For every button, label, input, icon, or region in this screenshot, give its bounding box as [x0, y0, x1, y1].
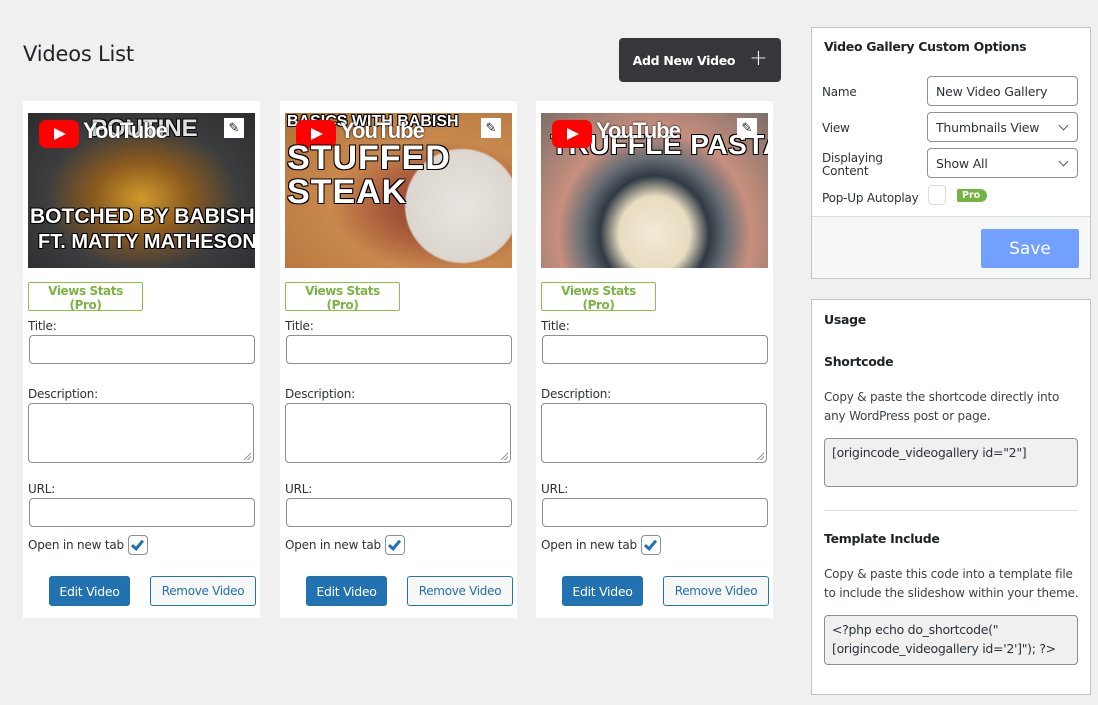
- pencil-icon[interactable]: ✎: [737, 118, 757, 138]
- template-include-description: Copy & paste this code into a template f…: [824, 567, 1079, 600]
- template-code-textarea[interactable]: <?php echo do_shortcode("[origincode_vid…: [824, 615, 1078, 665]
- edit-video-button[interactable]: Edit Video: [306, 576, 387, 606]
- name-label: Name: [822, 85, 857, 99]
- checkmark-icon: [131, 536, 145, 551]
- open-in-new-tab-label: Open in new tab: [285, 538, 381, 552]
- title-label: Title:: [28, 319, 57, 333]
- plus-icon: +: [749, 46, 768, 71]
- youtube-logo-icon: [552, 120, 592, 148]
- open-in-new-tab-checkbox[interactable]: [640, 535, 661, 555]
- remove-video-button[interactable]: Remove Video: [407, 576, 513, 606]
- thumbnail-headline-line-2: STEAK: [287, 173, 408, 211]
- url-input[interactable]: [542, 498, 768, 527]
- checkmark-icon: [388, 536, 402, 551]
- youtube-logo-icon: [39, 120, 79, 148]
- add-new-video-label: Add New Video: [632, 52, 736, 68]
- title-input[interactable]: [29, 335, 255, 364]
- checkmark-icon: [644, 536, 658, 551]
- view-select[interactable]: Thumbnails View: [927, 112, 1078, 142]
- displaying-content-label: Displaying Content: [822, 152, 883, 178]
- popup-autoplay-checkbox[interactable]: [928, 185, 946, 205]
- video-card: TRUFFLE PASTA YouTube ✎ Views Stats (Pro…: [536, 101, 773, 618]
- gallery-name-value: New Video Gallery: [936, 83, 1048, 99]
- displaying-content-label-line-1: Displaying: [822, 151, 883, 165]
- url-label: URL:: [541, 482, 569, 496]
- title-input[interactable]: [542, 335, 768, 364]
- view-select-value: Thumbnails View: [936, 119, 1040, 135]
- chevron-down-icon: [1058, 156, 1069, 166]
- views-stats-button[interactable]: Views Stats (Pro): [541, 282, 656, 312]
- pencil-icon[interactable]: ✎: [224, 118, 244, 138]
- open-in-new-tab: Open in new tab: [541, 535, 661, 555]
- description-label: Description:: [285, 387, 355, 401]
- description-label: Description:: [541, 387, 611, 401]
- view-label: View: [822, 121, 850, 135]
- thumbnail-headline-line-2: FT. MATTY MATHESON: [38, 231, 255, 253]
- open-in-new-tab: Open in new tab: [28, 535, 148, 555]
- views-stats-button[interactable]: Views Stats (Pro): [285, 282, 400, 312]
- edit-video-button[interactable]: Edit Video: [562, 576, 643, 606]
- open-in-new-tab-checkbox[interactable]: [127, 535, 148, 555]
- edit-video-button[interactable]: Edit Video: [49, 576, 130, 606]
- youtube-wordmark: YouTube: [83, 118, 168, 143]
- shortcode-textarea[interactable]: [origincode_videogallery id="2"]: [824, 438, 1078, 487]
- popup-autoplay-label: Pop-Up Autoplay: [822, 191, 919, 205]
- url-input[interactable]: [286, 498, 512, 527]
- views-stats-button[interactable]: Views Stats (Pro): [28, 282, 143, 312]
- open-in-new-tab-label: Open in new tab: [541, 538, 637, 552]
- shortcode-heading: Shortcode: [824, 354, 894, 369]
- open-in-new-tab-checkbox[interactable]: [384, 535, 405, 555]
- save-button[interactable]: Save: [981, 229, 1079, 268]
- video-thumbnail[interactable]: TRUFFLE PASTA YouTube ✎: [541, 113, 768, 268]
- usage-panel-title: Usage: [824, 312, 866, 327]
- url-input[interactable]: [29, 498, 255, 527]
- title-label: Title:: [541, 319, 570, 333]
- displaying-content-value: Show All: [936, 155, 988, 171]
- title-label: Title:: [285, 319, 314, 333]
- open-in-new-tab: Open in new tab: [285, 535, 405, 555]
- pro-badge: Pro: [957, 189, 988, 202]
- page-title: Videos List: [23, 42, 134, 66]
- displaying-content-label-line-2: Content: [822, 164, 869, 178]
- template-include-heading: Template Include: [824, 531, 940, 546]
- options-panel-title: Video Gallery Custom Options: [824, 39, 1027, 54]
- video-thumbnail[interactable]: POUTINE YouTube BOTCHED BY BABISH FT. MA…: [28, 113, 255, 268]
- chevron-down-icon: [1058, 120, 1069, 130]
- displaying-content-select[interactable]: Show All: [927, 148, 1078, 178]
- divider: [824, 510, 1078, 511]
- add-new-video-button[interactable]: Add New Video +: [619, 38, 781, 82]
- remove-video-button[interactable]: Remove Video: [150, 576, 256, 606]
- shortcode-description: Copy & paste the shortcode directly into…: [824, 390, 1060, 423]
- options-panel-footer: Save: [812, 216, 1090, 278]
- url-label: URL:: [28, 482, 56, 496]
- video-thumbnail[interactable]: BASICS WITH BABISH YouTube STUFFED STEAK…: [285, 113, 512, 268]
- video-card: POUTINE YouTube BOTCHED BY BABISH FT. MA…: [23, 101, 260, 618]
- description-label: Description:: [28, 387, 98, 401]
- title-input[interactable]: [286, 335, 512, 364]
- gallery-options-panel: Video Gallery Custom Options Name New Vi…: [811, 27, 1091, 279]
- thumbnail-headline-line-1: BOTCHED BY BABISH: [30, 205, 255, 228]
- description-textarea[interactable]: [28, 403, 254, 463]
- description-textarea[interactable]: [285, 403, 511, 463]
- gallery-name-input[interactable]: New Video Gallery: [927, 76, 1078, 106]
- video-card: BASICS WITH BABISH YouTube STUFFED STEAK…: [280, 101, 517, 618]
- youtube-wordmark: YouTube: [596, 118, 681, 143]
- url-label: URL:: [285, 482, 313, 496]
- open-in-new-tab-label: Open in new tab: [28, 538, 124, 552]
- usage-panel: Usage Shortcode Copy & paste the shortco…: [811, 299, 1091, 695]
- pencil-icon[interactable]: ✎: [481, 118, 501, 138]
- remove-video-button[interactable]: Remove Video: [663, 576, 769, 606]
- description-textarea[interactable]: [541, 403, 767, 463]
